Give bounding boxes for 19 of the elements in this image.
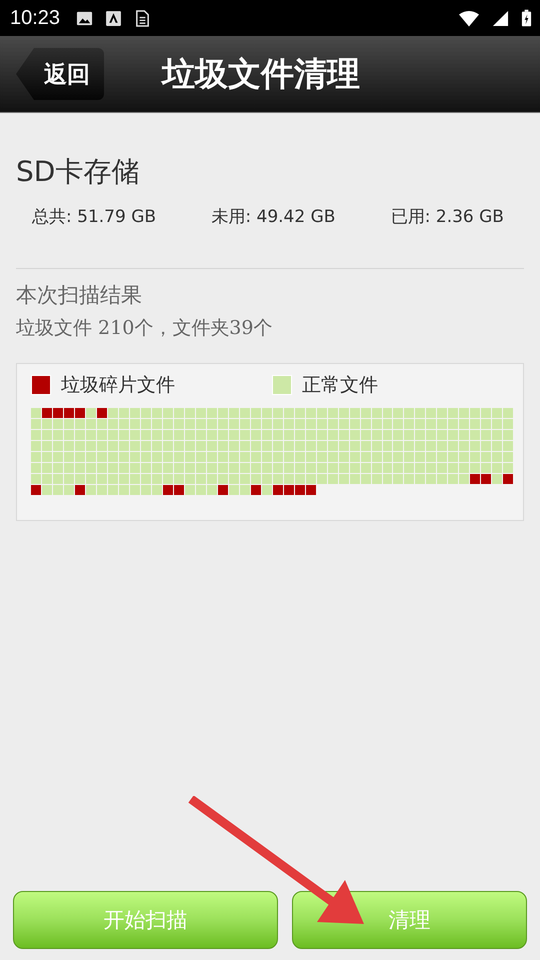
battery-icon <box>521 8 532 28</box>
scan-summary: 垃圾文件 210个，文件夹39个 <box>16 316 274 341</box>
legend-label: 正常文件 <box>302 373 378 398</box>
document-icon <box>134 10 152 26</box>
storage-stat: 总共: 51.79 GB <box>32 206 156 228</box>
signal-icon <box>492 10 509 26</box>
page-title: 垃圾文件清理 <box>162 52 360 94</box>
status-time: 10:23 <box>10 6 60 30</box>
storage-stat: 未用: 49.42 GB <box>211 206 336 228</box>
back-button[interactable]: 返回 <box>16 48 104 100</box>
storage-title: SD卡存储 <box>16 154 140 190</box>
font-icon <box>105 10 122 26</box>
wifi-icon <box>458 10 480 26</box>
action-button[interactable]: 开始扫描 <box>13 891 278 949</box>
legend-label: 垃圾碎片文件 <box>61 373 175 398</box>
scan-title: 本次扫描结果 <box>16 282 143 309</box>
action-button[interactable]: 清理 <box>292 891 527 949</box>
storage-stat: 已用: 2.36 GB <box>390 206 504 228</box>
image-icon <box>76 10 94 26</box>
